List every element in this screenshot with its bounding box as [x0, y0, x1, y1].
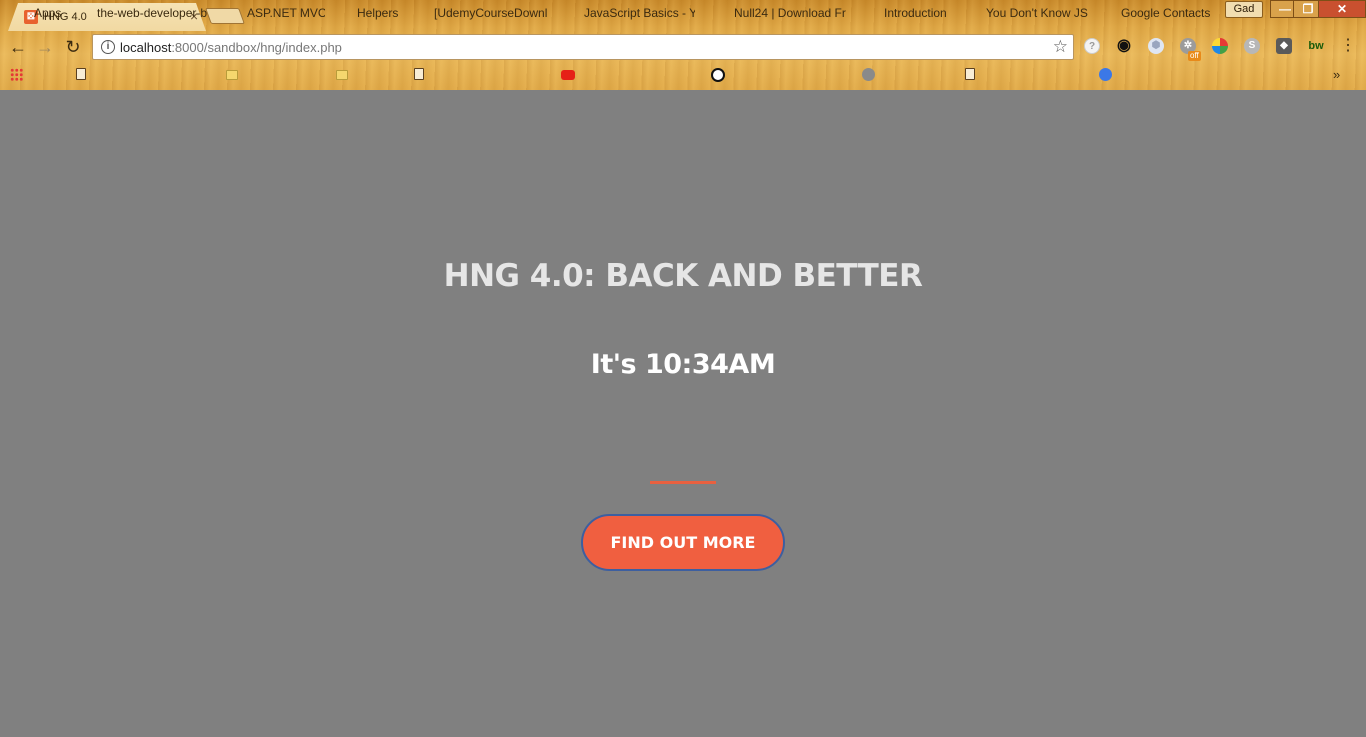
eye-extension-icon[interactable]: ◉ — [1116, 38, 1132, 54]
current-time-text: It's 10:34AM — [590, 349, 776, 380]
bookmarks-bar — [0, 63, 1366, 90]
bookmark-web-developer[interactable]: the-web-developer-b — [97, 6, 211, 20]
page-icon — [965, 68, 975, 80]
chrome-menu-icon[interactable]: ⋮ — [1340, 37, 1356, 55]
contacts-icon — [1099, 68, 1112, 81]
bookmark-null24[interactable]: Null24 | Download Fr — [734, 6, 846, 20]
new-tab-button[interactable] — [205, 8, 245, 24]
bookmark-apps[interactable]: Apps — [34, 6, 64, 20]
extension-off-badge: off — [1188, 51, 1201, 61]
back-arrow-icon[interactable]: ← — [8, 37, 28, 57]
bookmark-javascript-basics[interactable]: JavaScript Basics - Yo — [584, 6, 695, 20]
folder-icon — [336, 70, 348, 80]
profile-button[interactable]: Gad — [1225, 1, 1263, 18]
page-content: HNG 4.0: BACK AND BETTER It's 10:34AM FI… — [0, 90, 1366, 737]
folder-icon — [226, 70, 238, 80]
s-extension-icon[interactable]: S — [1244, 38, 1260, 54]
url-host: localhost — [120, 40, 172, 55]
cube-extension-icon[interactable]: ◆ — [1276, 38, 1292, 54]
bookmark-you-dont-know-js[interactable]: You Don't Know JS — [986, 6, 1090, 20]
bookmark-introduction[interactable]: Introduction — [884, 6, 954, 20]
bookmark-udemy[interactable]: [UdemyCourseDownl — [434, 6, 547, 20]
youtube-icon — [561, 70, 575, 80]
accent-divider — [650, 481, 716, 484]
bookmark-star-icon[interactable]: ☆ — [1053, 37, 1068, 57]
close-window-button[interactable]: ✕ — [1318, 0, 1366, 18]
bookmark-helpers[interactable]: Helpers — [357, 6, 401, 20]
bookmark-aspnet-mvc[interactable]: ASP.NET MVC — [247, 6, 325, 20]
find-out-more-button[interactable]: FIND OUT MORE — [581, 514, 785, 571]
address-bar[interactable]: i localhost:8000/sandbox/hng/index.php ☆ — [92, 34, 1074, 60]
apps-grid-icon[interactable] — [10, 68, 23, 81]
page-icon — [414, 68, 424, 80]
forward-arrow-icon[interactable]: → — [35, 37, 55, 57]
extension-1-icon[interactable]: ? — [1084, 38, 1100, 54]
more-bookmarks-chevron-icon[interactable]: » — [1333, 67, 1340, 82]
reload-icon[interactable]: ↻ — [63, 37, 83, 57]
color-wheel-extension-icon[interactable] — [1212, 38, 1228, 54]
clock-icon — [711, 68, 725, 82]
browser-chrome: ⊠ HNG 4.0 × Gad — ❐ ✕ ← → ↻ i localhost:… — [0, 0, 1366, 90]
info-icon[interactable]: i — [101, 40, 115, 54]
page-title: HNG 4.0: BACK AND BETTER — [443, 258, 923, 294]
page-icon — [76, 68, 86, 80]
gear-icon — [862, 68, 875, 81]
bw-extension-icon[interactable]: bw — [1306, 38, 1326, 54]
url-path: :8000/sandbox/hng/index.php — [171, 40, 342, 55]
url-text[interactable]: localhost:8000/sandbox/hng/index.php — [120, 40, 342, 55]
shield-extension-icon[interactable]: ⬢ — [1148, 38, 1164, 54]
bookmark-google-contacts[interactable]: Google Contacts — [1121, 6, 1217, 20]
